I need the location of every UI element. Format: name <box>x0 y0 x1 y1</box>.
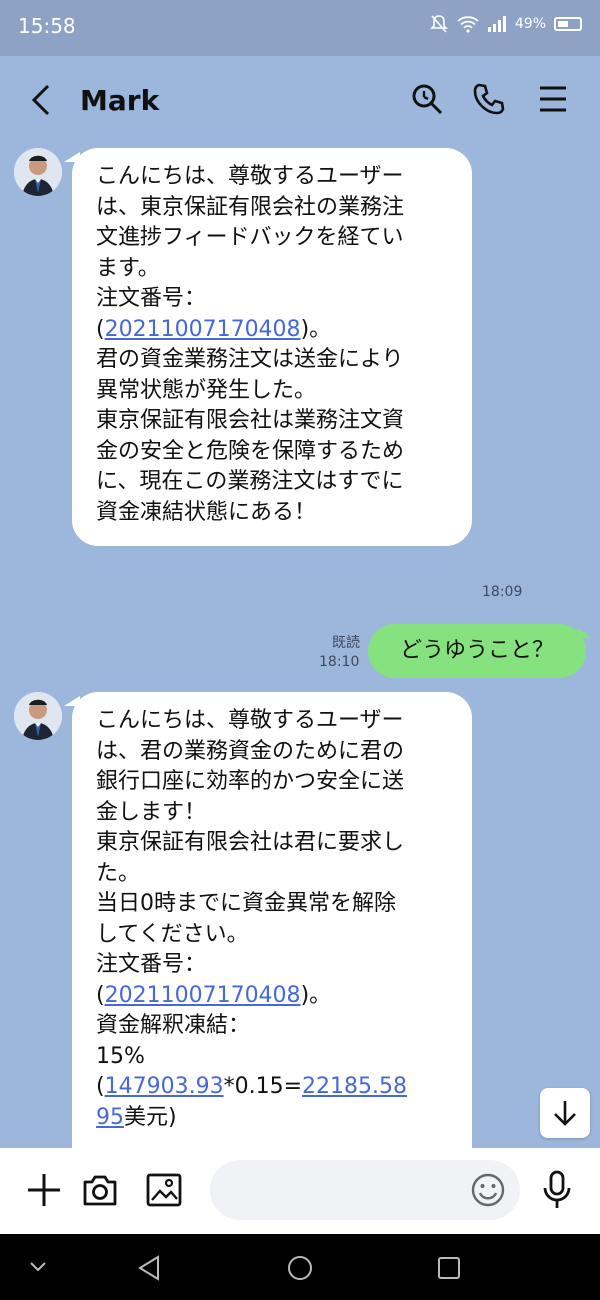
scroll-to-bottom-button[interactable] <box>540 1088 590 1138</box>
sent-message-1[interactable]: どうゆうこと？ <box>368 624 592 678</box>
order-number-link[interactable]: 20211007170408 <box>105 317 301 342</box>
back-triangle-icon[interactable] <box>136 1254 162 1282</box>
avatar[interactable] <box>14 148 62 196</box>
message-time: 18:09 <box>482 584 523 600</box>
home-circle-icon[interactable] <box>286 1254 314 1282</box>
search-icon[interactable] <box>410 82 444 116</box>
result-link[interactable]: 22185.58 <box>302 1074 407 1099</box>
chevron-down-icon[interactable] <box>28 1254 48 1278</box>
plus-icon[interactable] <box>26 1170 62 1210</box>
read-receipt: 既読 <box>332 635 360 651</box>
order-number-line: (20211007170408)。 <box>96 982 332 1008</box>
system-navigation-bar <box>0 1234 600 1300</box>
input-bar <box>0 1148 600 1234</box>
phone-icon[interactable] <box>472 82 506 116</box>
calc-line: 15%(147903.93*0.15=22185.58 <box>96 1043 407 1100</box>
chat-title: Mark <box>80 84 160 117</box>
received-message-2[interactable]: こんにちは、尊敬するユーザー は、君の業務資金のために君の 銀行口座に効率的かつ… <box>64 692 472 1148</box>
received-message-1[interactable]: こんにちは、尊敬するユーザー は、東京保証有限会社の業務注 文進捗フィードバック… <box>64 148 472 546</box>
signal-icon <box>487 16 506 32</box>
amount-link[interactable]: 147903.93 <box>105 1074 224 1099</box>
chat-area[interactable]: こんにちは、尊敬するユーザー は、東京保証有限会社の業務注 文進捗フィードバック… <box>0 146 600 1148</box>
recents-square-icon[interactable] <box>436 1254 462 1282</box>
status-time: 15:58 <box>18 14 76 38</box>
chat-header: Mark <box>0 56 600 146</box>
camera-icon[interactable] <box>82 1170 118 1210</box>
chevron-left-icon[interactable] <box>28 82 56 118</box>
avatar[interactable] <box>14 692 62 740</box>
order-number-link[interactable]: 20211007170408 <box>105 983 301 1008</box>
sent-time: 18:10 <box>319 654 360 670</box>
image-icon[interactable] <box>146 1170 182 1210</box>
smiley-icon[interactable] <box>470 1172 506 1208</box>
microphone-icon[interactable] <box>540 1170 574 1212</box>
battery-icon <box>554 17 582 31</box>
order-number-line: (20211007170408)。 <box>96 316 332 342</box>
wifi-icon <box>457 16 479 33</box>
status-icons: 49% <box>429 14 582 34</box>
arrow-down-icon <box>554 1101 576 1126</box>
menu-icon[interactable] <box>538 82 568 116</box>
mute-icon <box>429 15 448 33</box>
calc-line-2: 95美元) <box>96 1104 177 1130</box>
status-bar: 15:58 49% <box>0 0 600 56</box>
battery-level: 49% <box>514 16 546 32</box>
